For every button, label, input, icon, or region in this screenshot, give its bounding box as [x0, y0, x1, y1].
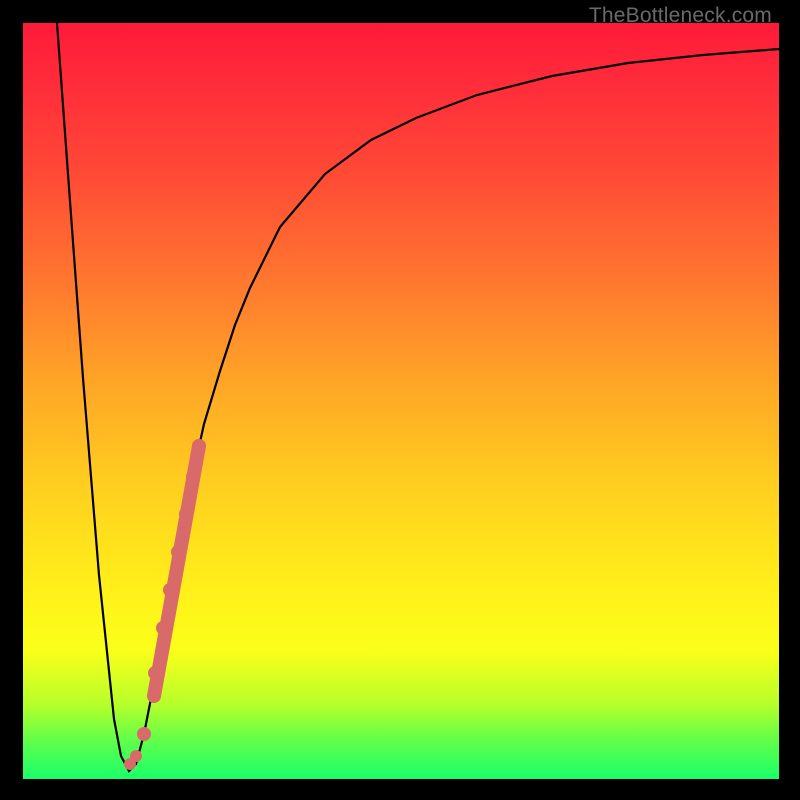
- marker-dot: [156, 621, 170, 635]
- marker-group: [124, 439, 206, 770]
- plot-area: [23, 23, 779, 779]
- marker-dot: [171, 545, 185, 559]
- marker-dot: [137, 727, 151, 741]
- marker-dot: [148, 666, 162, 680]
- marker-dot: [163, 583, 177, 597]
- marker-dot: [179, 507, 193, 521]
- marker-dot: [186, 470, 200, 484]
- chart-frame: TheBottleneck.com: [0, 0, 800, 800]
- marker-dot: [130, 750, 142, 762]
- watermark-text: TheBottleneck.com: [589, 4, 772, 28]
- chart-svg: [23, 23, 779, 779]
- marker-dot: [192, 439, 206, 453]
